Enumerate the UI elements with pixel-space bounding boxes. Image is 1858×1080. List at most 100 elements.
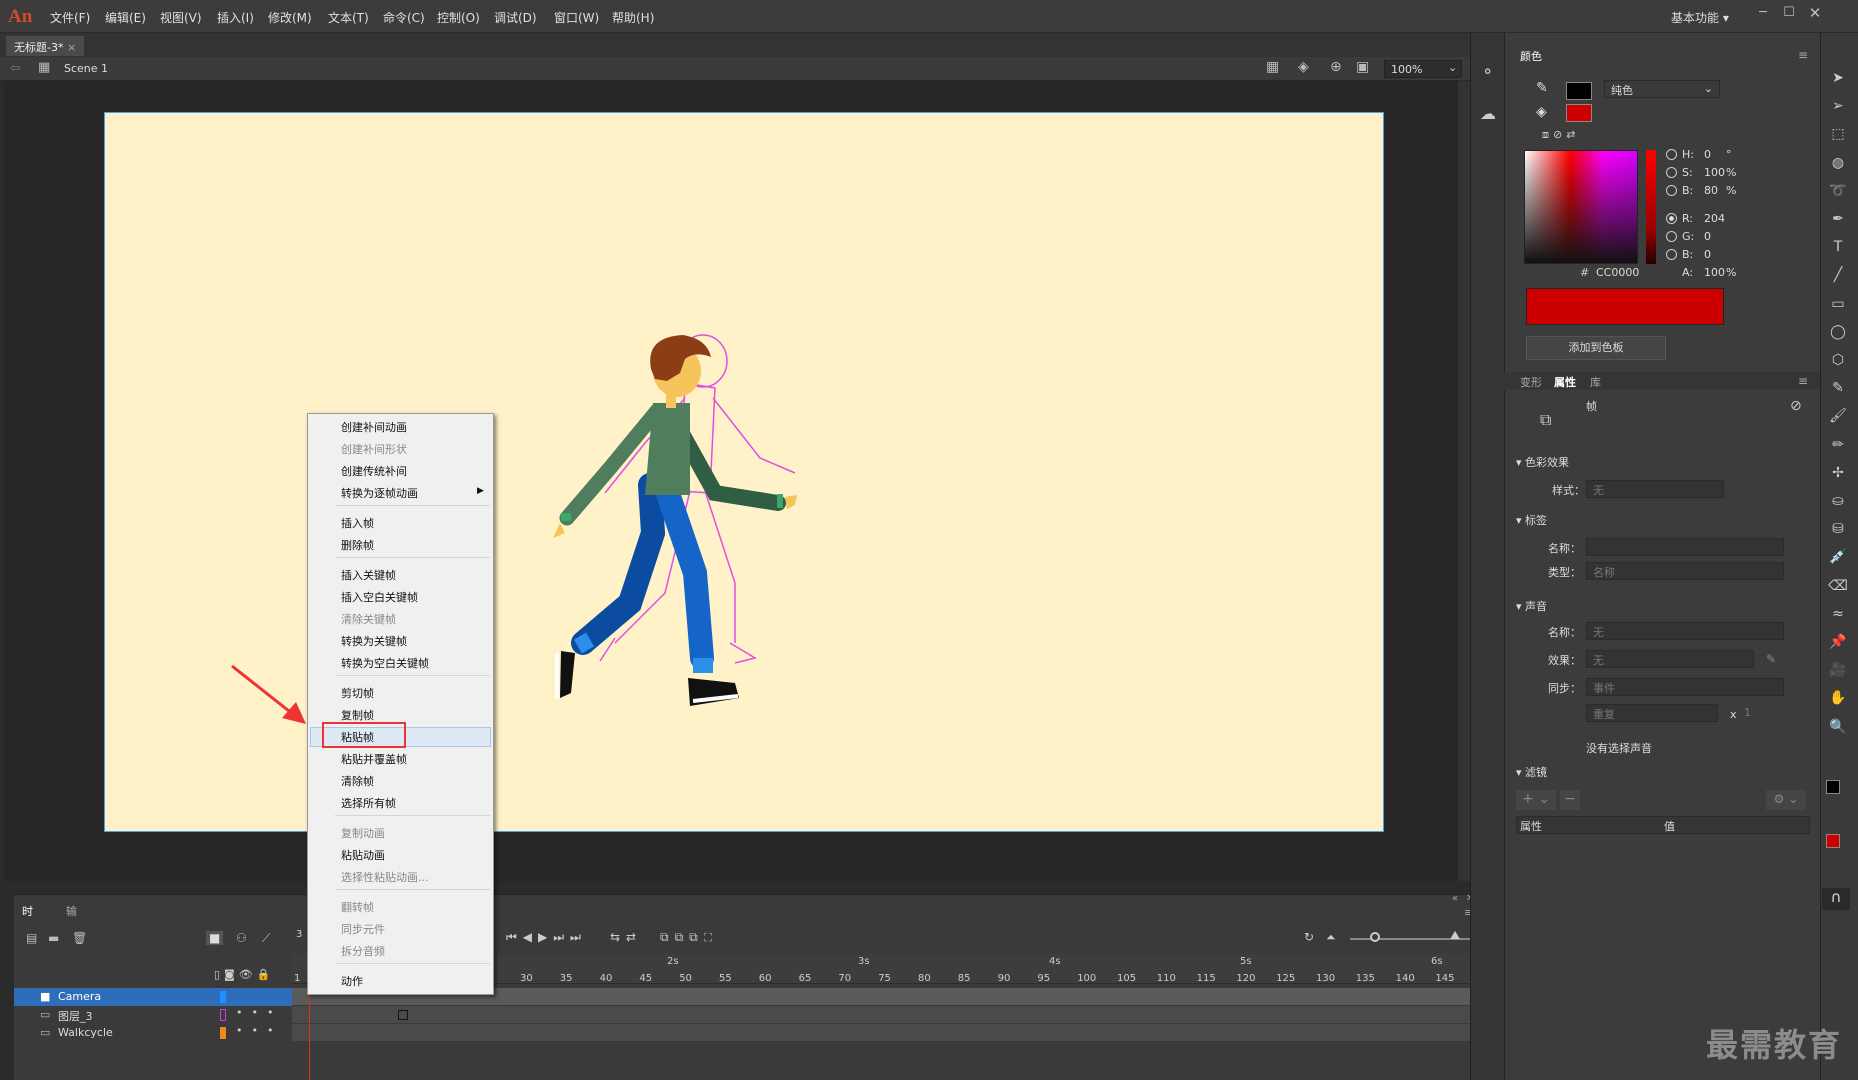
tab-library[interactable]: 库 bbox=[1590, 374, 1601, 390]
fill-color-icon[interactable]: ◈ bbox=[1536, 104, 1547, 120]
close-icon[interactable]: ✕ bbox=[1804, 4, 1826, 24]
subselection-tool-icon[interactable]: ➢ bbox=[1823, 98, 1853, 120]
color-channel-value[interactable]: 100 bbox=[1704, 266, 1725, 279]
tab-properties[interactable]: 属性 bbox=[1554, 374, 1576, 390]
menu-item[interactable]: 窗口(W) bbox=[554, 9, 599, 26]
back-arrow-icon[interactable]: ⇦ bbox=[10, 61, 21, 76]
color-mode-radio[interactable] bbox=[1666, 167, 1677, 178]
type-select[interactable]: 名称 bbox=[1586, 562, 1784, 580]
layer-row-walkcycle[interactable]: ▭ Walkcycle ••• bbox=[14, 1024, 292, 1042]
refresh-icon[interactable]: ↻ bbox=[1304, 930, 1314, 944]
close-tab-icon[interactable]: × bbox=[67, 41, 76, 54]
repeat-select[interactable]: 重复 bbox=[1586, 704, 1718, 722]
add-to-swatches-button[interactable]: 添加到色板 bbox=[1526, 336, 1666, 360]
workspace-switcher[interactable]: 基本功能 ▾ bbox=[1671, 9, 1729, 26]
loop-icon[interactable]: ⇆⇄ bbox=[610, 930, 642, 944]
context-menu-item[interactable]: 清除帧 bbox=[341, 773, 374, 789]
center-stage-icon[interactable]: ⊕ bbox=[1330, 59, 1342, 75]
color-mode-radio[interactable] bbox=[1666, 213, 1677, 224]
tool-fill-swatch[interactable] bbox=[1826, 834, 1840, 848]
color-channel-value[interactable]: 80 bbox=[1704, 184, 1718, 197]
text-tool-icon[interactable]: T bbox=[1823, 239, 1853, 261]
pencil-icon[interactable]: ✎ bbox=[1823, 380, 1853, 402]
new-folder-icon[interactable]: ▬ bbox=[48, 931, 59, 945]
color-mode-radio[interactable] bbox=[1666, 231, 1677, 242]
3d-rotation-icon[interactable]: ◍ bbox=[1823, 155, 1853, 177]
layer-parenting-icon[interactable]: ⚇ bbox=[236, 931, 247, 945]
collapse-icon[interactable]: « bbox=[1452, 893, 1458, 904]
context-menu-item[interactable]: 插入关键帧 bbox=[341, 567, 396, 583]
graph-icon[interactable]: ⟋ bbox=[262, 931, 270, 946]
pin-icon[interactable]: 📌 bbox=[1823, 634, 1853, 656]
edit-scene-icon[interactable]: ▦ bbox=[1266, 59, 1279, 75]
section-filters[interactable]: ▾ 滤镜 bbox=[1516, 764, 1547, 780]
context-menu-item[interactable]: 转换为关键帧 bbox=[341, 633, 407, 649]
menu-item[interactable]: 文本(T) bbox=[328, 9, 369, 26]
sync-select[interactable]: 事件 bbox=[1586, 678, 1784, 696]
swap-colors-icon[interactable]: ⧈⊘⇄ bbox=[1542, 128, 1579, 142]
context-menu-item[interactable]: 转换为空白关键帧 bbox=[341, 655, 429, 671]
context-menu-item[interactable]: 创建传统补间 bbox=[341, 463, 407, 479]
hex-value[interactable]: CC0000 bbox=[1596, 266, 1639, 279]
vertical-scrollbar[interactable] bbox=[1458, 81, 1470, 881]
line-tool-icon[interactable]: ╱ bbox=[1823, 267, 1853, 289]
maximize-icon[interactable]: ☐ bbox=[1778, 4, 1800, 24]
layer-toggles[interactable]: ••• bbox=[236, 1006, 282, 1019]
lasso-icon[interactable]: ➰ bbox=[1823, 183, 1853, 205]
menu-item[interactable]: 视图(V) bbox=[160, 9, 202, 26]
context-menu-item[interactable]: 插入帧 bbox=[341, 515, 374, 531]
document-tab[interactable]: 无标题-3* × bbox=[6, 36, 85, 56]
keyframe-marker[interactable] bbox=[398, 1010, 408, 1020]
help-icon[interactable]: ⊘ bbox=[1790, 398, 1802, 414]
bone-tool-icon[interactable]: ✢ bbox=[1823, 465, 1853, 487]
frame-row-3[interactable] bbox=[292, 1006, 1470, 1024]
color-channel-value[interactable]: 0 bbox=[1704, 230, 1711, 243]
layer-row-3[interactable]: ▭ 图层_3 ••• bbox=[14, 1006, 292, 1024]
context-menu-item[interactable]: 粘贴并覆盖帧 bbox=[341, 751, 407, 767]
clip-content-icon[interactable]: ▣ bbox=[1356, 59, 1369, 75]
menu-item[interactable]: 命令(C) bbox=[383, 9, 425, 26]
eyedropper-icon[interactable]: 💉 bbox=[1823, 549, 1853, 571]
context-menu-item[interactable]: 创建补间动画 bbox=[341, 419, 407, 435]
add-filter-button[interactable]: + ⌄ bbox=[1516, 790, 1556, 810]
color-mode-radio[interactable] bbox=[1666, 249, 1677, 260]
color-mode-radio[interactable] bbox=[1666, 185, 1677, 196]
fill-type-select[interactable]: 纯色 ⌄ bbox=[1604, 80, 1720, 98]
hue-slider[interactable] bbox=[1646, 150, 1656, 264]
color-channel-value[interactable]: 204 bbox=[1704, 212, 1725, 225]
menu-item[interactable]: 帮助(H) bbox=[612, 9, 654, 26]
effect-select[interactable]: 无 bbox=[1586, 650, 1754, 668]
motion-presets-icon[interactable]: ⚬ bbox=[1481, 62, 1494, 81]
pen-tool-icon[interactable]: ✒ bbox=[1823, 211, 1853, 233]
context-menu-item[interactable]: 剪切帧 bbox=[341, 685, 374, 701]
context-menu-item[interactable]: 选择所有帧 bbox=[341, 795, 396, 811]
color-channel-value[interactable]: 0 bbox=[1704, 148, 1711, 161]
filter-options-button[interactable]: ⚙ ⌄ bbox=[1766, 790, 1806, 810]
mountain-icon[interactable]: ⛰ bbox=[1450, 928, 1460, 943]
menu-item[interactable]: 插入(I) bbox=[217, 9, 254, 26]
oval-tool-icon[interactable]: ◯ bbox=[1823, 324, 1853, 346]
context-menu-item[interactable]: 插入空白关键帧 bbox=[341, 589, 418, 605]
layer-toggles[interactable]: ••• bbox=[236, 1024, 282, 1037]
playback-controls[interactable]: ⏮◀▶⏭⏭ bbox=[506, 930, 587, 945]
snap-magnet-icon[interactable]: ∩ bbox=[1822, 888, 1850, 910]
frame-row-walkcycle[interactable] bbox=[292, 1024, 1470, 1042]
eraser-icon[interactable]: ⌫ bbox=[1823, 578, 1853, 600]
layer-row-camera[interactable]: ■ Camera bbox=[14, 988, 292, 1006]
onion-skin-icon[interactable]: ⧉⧉⧉⛶ bbox=[660, 930, 718, 945]
zoom-slider-handle[interactable] bbox=[1370, 932, 1380, 942]
context-menu-item[interactable]: 删除帧 bbox=[341, 537, 374, 553]
menu-item[interactable]: 文件(F) bbox=[50, 9, 90, 26]
panel-menu-icon[interactable]: ≡ bbox=[1798, 48, 1808, 62]
width-tool-icon[interactable]: ≈ bbox=[1823, 606, 1853, 628]
paint-bucket-icon[interactable]: ⛀ bbox=[1823, 493, 1853, 515]
tab-color[interactable]: 颜色 bbox=[1520, 48, 1542, 64]
color-picker-field[interactable] bbox=[1524, 150, 1638, 264]
menu-item[interactable]: 控制(O) bbox=[437, 9, 480, 26]
style-select[interactable]: 无 bbox=[1586, 480, 1724, 498]
frame-name-input[interactable] bbox=[1586, 538, 1784, 556]
remove-filter-button[interactable]: − bbox=[1560, 790, 1580, 810]
new-layer-icon[interactable]: ▤ bbox=[26, 931, 37, 945]
brush-icon[interactable]: 🖌 bbox=[1823, 408, 1853, 430]
repeat-count[interactable]: 1 bbox=[1744, 706, 1751, 719]
